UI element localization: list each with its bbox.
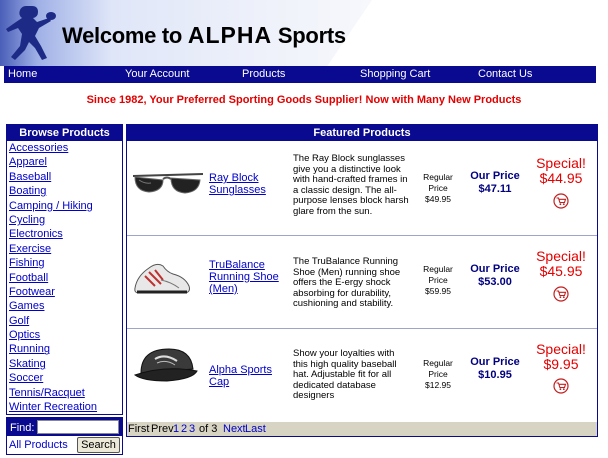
product-description: The TruBalance Running Shoe (Men) runnin…	[293, 256, 401, 309]
product-name-link[interactable]: Alpha Sports Cap	[209, 364, 281, 388]
category-camping-hiking[interactable]: Camping / Hiking	[7, 199, 122, 213]
find-label: Find:	[10, 422, 35, 434]
tagline: Since 1982, Your Preferred Sporting Good…	[86, 94, 522, 106]
title-suffix: Sports	[272, 23, 346, 48]
category-optics[interactable]: Optics	[7, 328, 122, 342]
nav-contact-us[interactable]: Contact Us	[478, 68, 532, 80]
nav-your-account[interactable]: Your Account	[125, 68, 189, 80]
find-controls: All Products Search	[7, 436, 122, 454]
regular-price: Regular Price $12.95	[413, 358, 463, 391]
site-header: Welcome to ALPHA Sports	[0, 0, 608, 66]
search-button[interactable]: Search	[77, 437, 120, 453]
nav-products[interactable]: Products	[242, 68, 285, 80]
nav-home[interactable]: Home	[8, 68, 37, 80]
our-price: Our Price $53.00	[465, 263, 525, 289]
main-nav: Home Your Account Products Shopping Cart…	[4, 66, 596, 83]
featured-products-title: Featured Products	[127, 125, 597, 141]
category-tennis-racquet[interactable]: Tennis/Racquet	[7, 386, 122, 400]
our-price-label: Our Price	[470, 263, 520, 275]
browse-products-panel: Browse Products Accessories Apparel Base…	[6, 124, 123, 415]
special-label: Special!	[536, 341, 586, 357]
category-skating[interactable]: Skating	[7, 357, 122, 371]
add-to-cart-icon[interactable]	[553, 286, 569, 302]
product-row: Ray Block Sunglasses The Ray Block sungl…	[127, 142, 597, 236]
regular-price-label: Regular Price	[423, 172, 453, 193]
our-price-value: $10.95	[478, 369, 512, 381]
our-price: Our Price $47.11	[465, 170, 525, 196]
product-description: The Ray Block sunglasses give you a dist…	[293, 153, 409, 217]
category-apparel[interactable]: Apparel	[7, 155, 122, 169]
regular-price-label: Regular Price	[423, 358, 453, 379]
category-cycling[interactable]: Cycling	[7, 213, 122, 227]
pager-first: First	[128, 423, 150, 435]
category-soccer[interactable]: Soccer	[7, 371, 122, 385]
nav-shopping-cart[interactable]: Shopping Cart	[360, 68, 430, 80]
product-name-link[interactable]: Ray Block Sunglasses	[209, 172, 281, 196]
product-name-link[interactable]: TruBalance Running Shoe (Men)	[209, 259, 281, 295]
our-price-value: $53.00	[478, 276, 512, 288]
title-prefix: Welcome to	[62, 23, 188, 48]
our-price-label: Our Price	[470, 170, 520, 182]
search-scope-select[interactable]: All Products	[9, 439, 68, 451]
category-golf[interactable]: Golf	[7, 314, 122, 328]
special-label: Special!	[536, 155, 586, 171]
pager-page-3[interactable]: 3	[189, 422, 195, 436]
regular-price: Regular Price $49.95	[413, 172, 463, 205]
sports-cap-image[interactable]	[131, 343, 201, 387]
regular-price-label: Regular Price	[423, 264, 453, 285]
pager-page-2[interactable]: 2	[181, 422, 187, 436]
special-price: Special! $9.95	[527, 342, 595, 372]
category-games[interactable]: Games	[7, 299, 122, 313]
product-row: TruBalance Running Shoe (Men) The TruBal…	[127, 236, 597, 329]
pager-next[interactable]: Next	[223, 422, 246, 436]
add-to-cart-icon[interactable]	[553, 193, 569, 209]
category-list: Accessories Apparel Baseball Boating Cam…	[7, 141, 122, 414]
product-description: Show your loyalties with this high quali…	[293, 348, 397, 401]
pager-prev: Prev	[151, 423, 174, 435]
featured-products-panel: Featured Products Ray Block Sunglasses T…	[126, 124, 598, 437]
search-input[interactable]	[37, 420, 119, 434]
category-baseball[interactable]: Baseball	[7, 170, 122, 184]
browse-products-title: Browse Products	[7, 125, 122, 141]
category-fishing[interactable]: Fishing	[7, 256, 122, 270]
pager-last[interactable]: Last	[245, 422, 266, 436]
product-row: Alpha Sports Cap Show your loyalties wit…	[127, 329, 597, 421]
regular-price: Regular Price $59.95	[413, 264, 463, 297]
category-footwear[interactable]: Footwear	[7, 285, 122, 299]
pager-page-1[interactable]: 1	[173, 422, 179, 436]
category-winter-recreation[interactable]: Winter Recreation	[7, 400, 122, 414]
our-price: Our Price $10.95	[465, 356, 525, 382]
category-exercise[interactable]: Exercise	[7, 242, 122, 256]
title-brand: ALPHA	[187, 22, 273, 48]
find-box: Find: All Products Search	[6, 417, 123, 455]
regular-price-value: $12.95	[425, 380, 451, 390]
site-title: Welcome to ALPHA Sports	[62, 22, 346, 49]
our-price-value: $47.11	[478, 183, 512, 195]
category-running[interactable]: Running	[7, 342, 122, 356]
discus-thrower-logo	[6, 6, 56, 60]
regular-price-value: $49.95	[425, 194, 451, 204]
category-accessories[interactable]: Accessories	[7, 141, 122, 155]
special-label: Special!	[536, 248, 586, 264]
pagination-bar: First Prev 1 2 3 of 3 Next Last	[127, 422, 597, 436]
sunglasses-image[interactable]	[131, 170, 205, 204]
category-electronics[interactable]: Electronics	[7, 227, 122, 241]
special-price: Special! $44.95	[527, 156, 595, 186]
special-price-value: $44.95	[539, 170, 583, 186]
category-boating[interactable]: Boating	[7, 184, 122, 198]
regular-price-value: $59.95	[425, 286, 451, 296]
special-price-value: $9.95	[543, 356, 579, 372]
category-football[interactable]: Football	[7, 271, 122, 285]
our-price-label: Our Price	[470, 356, 520, 368]
special-price-value: $45.95	[539, 263, 583, 279]
special-price: Special! $45.95	[527, 249, 595, 279]
add-to-cart-icon[interactable]	[553, 378, 569, 394]
running-shoe-image[interactable]	[131, 258, 193, 300]
pager-of-total: of 3	[199, 423, 218, 435]
